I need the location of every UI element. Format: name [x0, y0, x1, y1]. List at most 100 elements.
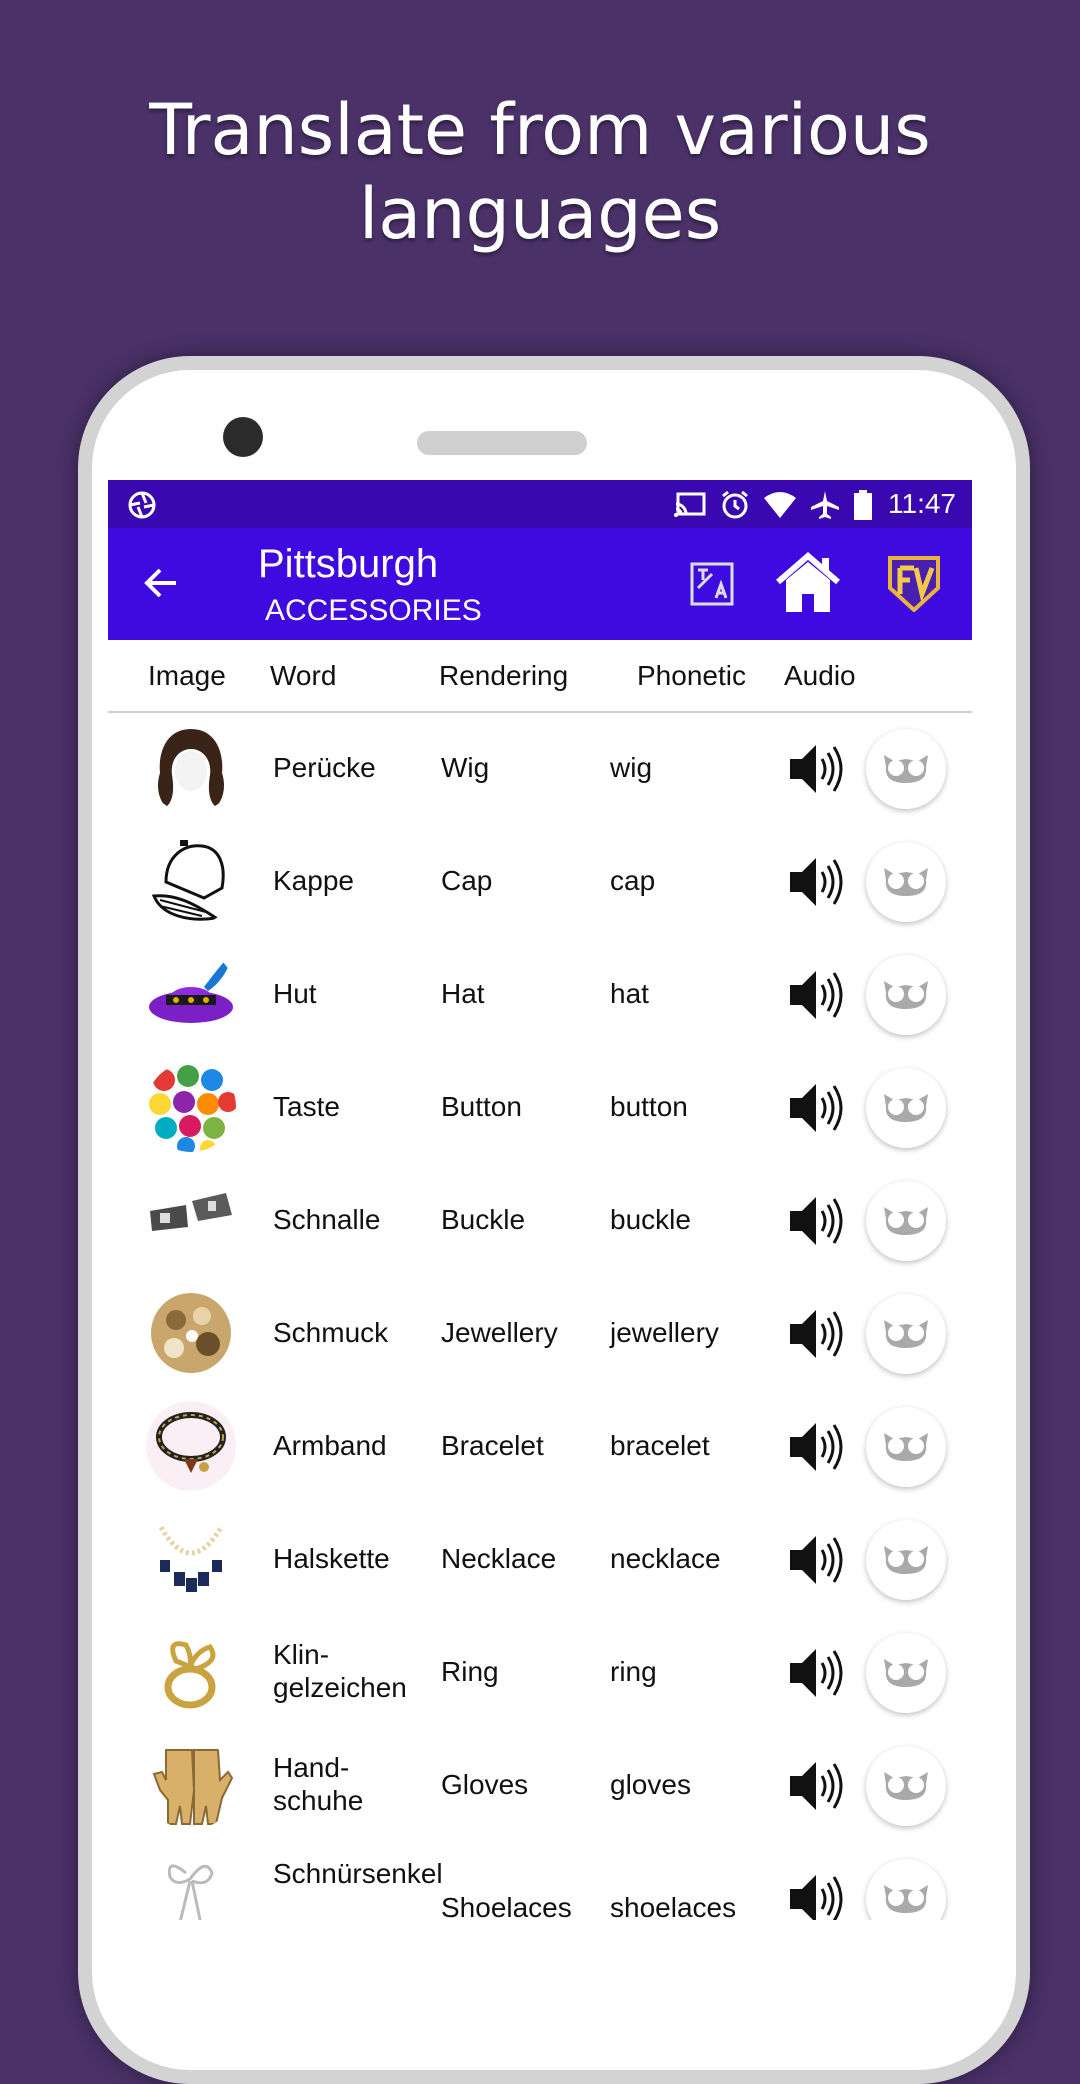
word-text: Schnalle [273, 1204, 381, 1235]
phonetic-text: gloves [610, 1769, 691, 1800]
rendering-text: Hat [441, 978, 485, 1009]
owl-practice-button[interactable] [866, 729, 946, 809]
rendering-text: Cap [441, 865, 493, 896]
wig-icon [146, 723, 236, 813]
cast-icon [674, 492, 706, 523]
list-item[interactable]: Schnürsenkel Shoelaces shoelaces [108, 1843, 972, 1920]
speaker-icon[interactable] [788, 1080, 844, 1141]
column-headers: Image Word Rendering Phonetic Audio [108, 640, 972, 713]
speaker-icon[interactable] [788, 1419, 844, 1480]
owl-practice-button[interactable] [866, 1068, 946, 1148]
ring-icon [146, 1627, 236, 1717]
column-header-audio: Audio [784, 660, 856, 691]
promo-title-line2: languages [358, 173, 722, 255]
speaker-icon[interactable] [788, 741, 844, 802]
fv-logo-icon[interactable] [886, 554, 942, 617]
word-text: Kappe [273, 865, 354, 896]
rendering-text: Jewellery [441, 1317, 558, 1348]
list-item[interactable]: Halskette Necklace necklace [108, 1504, 972, 1617]
promo-title: Translate from various languages [0, 88, 1080, 256]
list-item[interactable]: Armband Bracelet bracelet [108, 1391, 972, 1504]
buckle-icon [146, 1175, 236, 1265]
jewellery-icon [146, 1288, 236, 1378]
speaker-icon[interactable] [788, 1532, 844, 1593]
owl-practice-button[interactable] [866, 1520, 946, 1600]
rendering-text: Ring [441, 1656, 499, 1687]
list-item[interactable]: Schnalle Buckle buckle [108, 1165, 972, 1278]
owl-practice-button[interactable] [866, 955, 946, 1035]
owl-practice-button[interactable] [866, 842, 946, 922]
list-item[interactable]: Taste Button button [108, 1052, 972, 1165]
rendering-text: Wig [441, 752, 490, 783]
word-text: Taste [273, 1091, 340, 1122]
column-header-phonetic: Phonetic [637, 660, 746, 691]
bracelet-icon [146, 1401, 236, 1491]
list-item[interactable]: Klin-gelzeichen Ring ring [108, 1617, 972, 1730]
word-text: Hut [273, 978, 317, 1009]
word-list: Perücke Wig wig Kappe Cap cap Hut Hat ha… [108, 713, 972, 1920]
speaker-icon[interactable] [788, 1193, 844, 1254]
column-header-image: Image [148, 660, 226, 691]
back-arrow-icon[interactable] [142, 564, 180, 607]
status-bar: 11:47 [108, 480, 972, 528]
rendering-text: Button [441, 1091, 522, 1122]
phonetic-text: button [610, 1091, 688, 1122]
status-time: 11:47 [888, 488, 956, 519]
phonetic-text: necklace [610, 1543, 721, 1574]
word-text: Halskette [273, 1543, 390, 1574]
cap-icon [146, 836, 236, 926]
buttons-icon [146, 1062, 236, 1152]
owl-practice-button[interactable] [866, 1859, 946, 1920]
speaker-icon[interactable] [788, 1645, 844, 1706]
word-text: Hand-schuhe [273, 1752, 364, 1816]
rendering-text: Gloves [441, 1769, 529, 1800]
app-bar: Pittsburgh ACCESSORIES [108, 528, 972, 640]
phonetic-text: cap [610, 865, 656, 896]
phonetic-text: hat [610, 978, 649, 1009]
phone-speaker [417, 431, 587, 455]
phonetic-text: shoelaces [610, 1892, 737, 1920]
phonetic-text: bracelet [610, 1430, 710, 1461]
app-subtitle: ACCESSORIES [265, 594, 482, 627]
owl-practice-button[interactable] [866, 1746, 946, 1826]
list-item[interactable]: Perücke Wig wig [108, 713, 972, 826]
rendering-text: Necklace [441, 1543, 557, 1574]
wifi-icon [764, 492, 796, 523]
list-item[interactable]: Hand-schuhe Gloves gloves [108, 1730, 972, 1843]
speaker-icon[interactable] [788, 1306, 844, 1367]
home-icon[interactable] [774, 552, 842, 619]
column-header-word: Word [270, 660, 337, 691]
word-text: Schnürsenkel [273, 1858, 443, 1889]
rendering-text: Shoelaces [441, 1892, 572, 1920]
battery-icon [854, 490, 872, 525]
owl-practice-button[interactable] [866, 1407, 946, 1487]
aperture-icon [128, 491, 156, 524]
rendering-text: Buckle [441, 1204, 526, 1235]
list-item[interactable]: Schmuck Jewellery jewellery [108, 1278, 972, 1391]
phonetic-text: buckle [610, 1204, 691, 1235]
app-title: Pittsburgh [258, 542, 439, 586]
owl-practice-button[interactable] [866, 1294, 946, 1374]
airplane-icon [810, 490, 840, 525]
list-item[interactable]: Hut Hat hat [108, 939, 972, 1052]
rendering-text: Bracelet [441, 1430, 544, 1461]
speaker-icon[interactable] [788, 1871, 844, 1920]
owl-practice-button[interactable] [866, 1633, 946, 1713]
speaker-icon[interactable] [788, 967, 844, 1028]
list-item[interactable]: Kappe Cap cap [108, 826, 972, 939]
column-header-rendering: Rendering [439, 660, 569, 691]
word-text: Perücke [273, 752, 376, 783]
word-text: Klin-gelzeichen [273, 1639, 407, 1703]
phonetic-text: jewellery [610, 1317, 719, 1348]
gloves-icon [146, 1740, 236, 1830]
app-screen: 11:47 Pittsburgh ACCESSORIES Image Word … [108, 480, 972, 1920]
speaker-icon[interactable] [788, 854, 844, 915]
phone-camera [223, 417, 263, 457]
speaker-icon[interactable] [788, 1758, 844, 1819]
promo-title-line1: Translate from various [149, 89, 931, 171]
hat-icon [146, 949, 236, 1039]
phonetic-text: wig [610, 752, 653, 783]
translate-icon[interactable] [690, 562, 734, 611]
owl-practice-button[interactable] [866, 1181, 946, 1261]
necklace-icon [146, 1514, 236, 1604]
